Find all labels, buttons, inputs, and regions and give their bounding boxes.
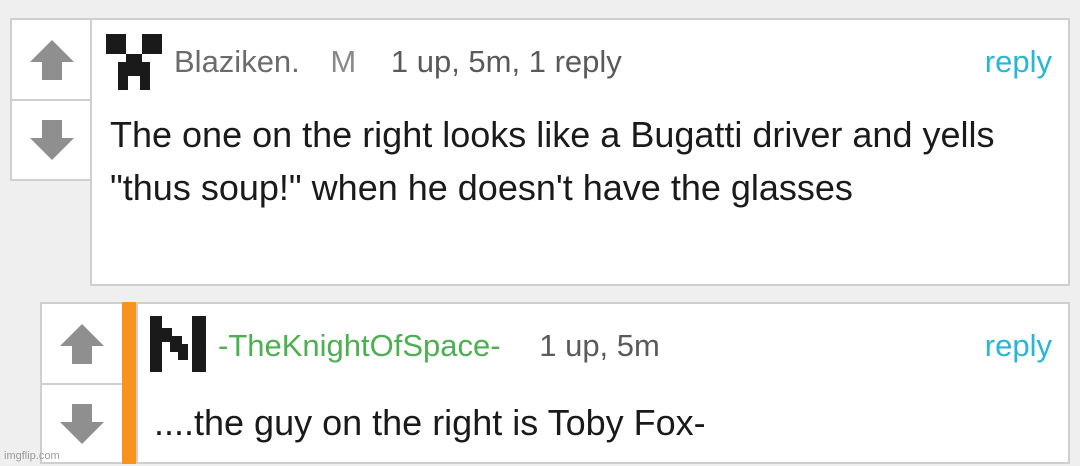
comment-card-1: Blaziken. M 1 up, 5m, 1 reply reply The …	[90, 18, 1070, 286]
upvote-button[interactable]	[42, 304, 122, 383]
vote-box-2	[40, 302, 124, 464]
arrow-up-icon	[60, 323, 104, 364]
comment-meta: 1 up, 5m, 1 reply	[390, 44, 622, 79]
downvote-button[interactable]	[12, 101, 92, 179]
pixel-n-icon[interactable]	[148, 314, 208, 374]
username-link[interactable]: Blaziken.	[174, 44, 300, 79]
comment-text: ....the guy on the right is Toby Fox-	[154, 402, 706, 443]
vote-box-1	[10, 18, 94, 181]
username-link[interactable]: -TheKnightOfSpace-	[218, 328, 501, 363]
comment-card-2: -TheKnightOfSpace- 1 up, 5m reply ....th…	[136, 302, 1070, 464]
mod-badge: M	[330, 44, 357, 79]
comment-header-2: -TheKnightOfSpace- 1 up, 5m	[218, 328, 660, 364]
reply-link[interactable]: reply	[985, 44, 1052, 80]
watermark: imgflip.com	[4, 450, 60, 462]
comment-header-1: Blaziken. M 1 up, 5m, 1 reply	[174, 44, 622, 80]
comment-meta: 1 up, 5m	[539, 328, 660, 363]
upvote-button[interactable]	[12, 20, 92, 99]
arrow-down-icon	[30, 120, 74, 160]
arrow-up-icon	[30, 39, 74, 80]
arrow-down-icon	[60, 404, 104, 444]
comment-text: The one on the right looks like a Bugatt…	[110, 114, 995, 208]
reply-link[interactable]: reply	[985, 328, 1052, 364]
creeper-face-icon[interactable]	[104, 32, 164, 92]
